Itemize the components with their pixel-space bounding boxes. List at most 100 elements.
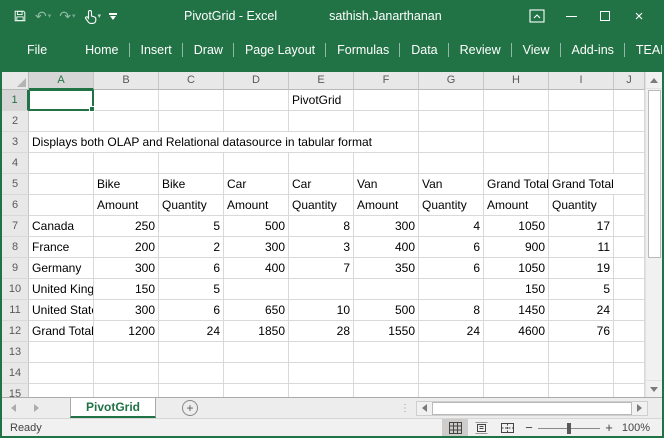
cell-A13[interactable]: [29, 342, 94, 363]
cell-I13[interactable]: [549, 342, 614, 363]
undo-button[interactable]: ↶▾: [32, 5, 54, 27]
cell-J9[interactable]: [614, 258, 645, 279]
cell-H4[interactable]: [484, 153, 549, 174]
column-header-F[interactable]: F: [354, 72, 419, 90]
cell-G12[interactable]: 24: [419, 321, 484, 342]
cell-F14[interactable]: [354, 363, 419, 384]
cell-G15[interactable]: [419, 384, 484, 397]
cell-E6[interactable]: Quantity: [289, 195, 354, 216]
cell-F8[interactable]: 400: [354, 237, 419, 258]
cell-E13[interactable]: [289, 342, 354, 363]
cell-F13[interactable]: [354, 342, 419, 363]
row-header-1[interactable]: 1: [2, 90, 29, 111]
cell-E14[interactable]: [289, 363, 354, 384]
customize-quick-access-button[interactable]: [106, 5, 120, 27]
cell-D11[interactable]: 650: [224, 300, 289, 321]
maximize-button[interactable]: [588, 2, 622, 30]
new-sheet-button[interactable]: +: [182, 400, 198, 416]
redo-button[interactable]: ↷▾: [56, 5, 78, 27]
cell-D9[interactable]: 400: [224, 258, 289, 279]
cell-H11[interactable]: 1450: [484, 300, 549, 321]
cell-E10[interactable]: [289, 279, 354, 300]
cell-B11[interactable]: 300: [94, 300, 159, 321]
cell-H1[interactable]: [484, 90, 549, 111]
cell-D2[interactable]: [224, 111, 289, 132]
cell-D12[interactable]: 1850: [224, 321, 289, 342]
cell-G7[interactable]: 4: [419, 216, 484, 237]
cell-E1[interactable]: PivotGrid: [289, 90, 354, 111]
page-layout-view-button[interactable]: [468, 419, 494, 436]
cell-C14[interactable]: [159, 363, 224, 384]
cell-D5[interactable]: Car: [224, 174, 289, 195]
column-header-H[interactable]: H: [484, 72, 549, 90]
row-header-14[interactable]: 14: [2, 363, 29, 384]
cell-B1[interactable]: [94, 90, 159, 111]
cell-D13[interactable]: [224, 342, 289, 363]
row-header-11[interactable]: 11: [2, 300, 29, 321]
cell-B8[interactable]: 200: [94, 237, 159, 258]
cell-A7[interactable]: Canada: [29, 216, 94, 237]
cell-J1[interactable]: [614, 90, 645, 111]
ribbon-tab-view[interactable]: View: [512, 32, 561, 68]
column-header-A[interactable]: A: [29, 72, 94, 90]
cell-A14[interactable]: [29, 363, 94, 384]
column-header-C[interactable]: C: [159, 72, 224, 90]
ribbon-tab-page-layout[interactable]: Page Layout: [234, 32, 326, 68]
column-header-J[interactable]: J: [614, 72, 645, 90]
cell-E2[interactable]: [289, 111, 354, 132]
cell-B12[interactable]: 1200: [94, 321, 159, 342]
cell-I9[interactable]: 19: [549, 258, 614, 279]
cell-F11[interactable]: 500: [354, 300, 419, 321]
row-header-9[interactable]: 9: [2, 258, 29, 279]
scroll-up-button[interactable]: [646, 72, 662, 89]
cell-E8[interactable]: 3: [289, 237, 354, 258]
cell-B14[interactable]: [94, 363, 159, 384]
cell-J3[interactable]: [614, 132, 645, 153]
cell-J6[interactable]: [614, 195, 645, 216]
cell-F9[interactable]: 350: [354, 258, 419, 279]
cell-C7[interactable]: 5: [159, 216, 224, 237]
cell-G5[interactable]: Van: [419, 174, 484, 195]
ribbon-tab-team[interactable]: TEAM: [625, 32, 664, 68]
cell-G2[interactable]: [419, 111, 484, 132]
cell-A4[interactable]: [29, 153, 94, 174]
cell-J4[interactable]: [614, 153, 645, 174]
cell-B10[interactable]: 150: [94, 279, 159, 300]
ribbon-tab-insert[interactable]: Insert: [130, 32, 183, 68]
cell-C12[interactable]: 24: [159, 321, 224, 342]
cell-I12[interactable]: 76: [549, 321, 614, 342]
cell-F10[interactable]: [354, 279, 419, 300]
cell-H15[interactable]: [484, 384, 549, 397]
cell-B2[interactable]: [94, 111, 159, 132]
cell-A5[interactable]: [29, 174, 94, 195]
cell-A8[interactable]: France: [29, 237, 94, 258]
cell-B7[interactable]: 250: [94, 216, 159, 237]
cell-F12[interactable]: 1550: [354, 321, 419, 342]
cell-C10[interactable]: 5: [159, 279, 224, 300]
cell-D8[interactable]: 300: [224, 237, 289, 258]
row-header-15[interactable]: 15: [2, 384, 29, 397]
cell-J8[interactable]: [614, 237, 645, 258]
cell-E12[interactable]: 28: [289, 321, 354, 342]
cell-I2[interactable]: [549, 111, 614, 132]
cell-A9[interactable]: Germany: [29, 258, 94, 279]
cell-C5[interactable]: Bike: [159, 174, 224, 195]
cell-E15[interactable]: [289, 384, 354, 397]
tab-bar-resize-handle[interactable]: ⋮: [400, 403, 416, 414]
cell-F6[interactable]: Amount: [354, 195, 419, 216]
cell-H5[interactable]: Grand Total: [484, 174, 549, 195]
ribbon-tab-draw[interactable]: Draw: [183, 32, 234, 68]
cell-G6[interactable]: Quantity: [419, 195, 484, 216]
cell-F4[interactable]: [354, 153, 419, 174]
cell-F1[interactable]: [354, 90, 419, 111]
cell-B6[interactable]: Amount: [94, 195, 159, 216]
cell-G14[interactable]: [419, 363, 484, 384]
cell-E11[interactable]: 10: [289, 300, 354, 321]
row-header-12[interactable]: 12: [2, 321, 29, 342]
cell-A12[interactable]: Grand Total: [29, 321, 94, 342]
row-header-2[interactable]: 2: [2, 111, 29, 132]
sheet-nav-left-button[interactable]: [2, 404, 25, 412]
cell-J10[interactable]: [614, 279, 645, 300]
cell-I3[interactable]: [549, 132, 614, 153]
cell-I1[interactable]: [549, 90, 614, 111]
